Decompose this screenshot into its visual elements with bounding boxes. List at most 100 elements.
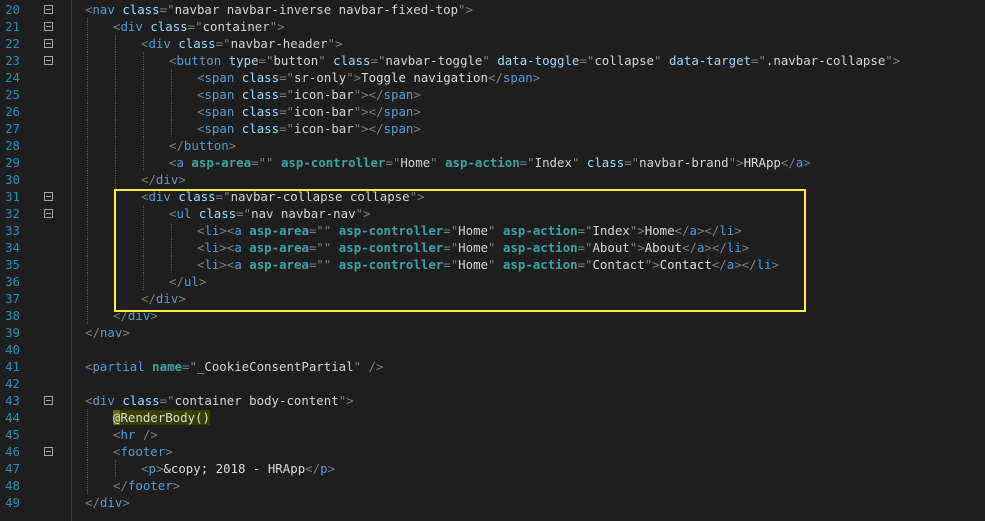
indent-guide: [143, 86, 144, 103]
code-token: =": [279, 70, 295, 85]
collapse-toggle-icon[interactable]: [44, 209, 53, 218]
code-token: >: [172, 478, 181, 493]
code-line[interactable]: 25 <span class="icon-bar"></span>: [0, 86, 985, 103]
code-token: a: [176, 155, 184, 170]
code-line[interactable]: 21 <div class="container">: [0, 18, 985, 35]
code-line[interactable]: 40: [0, 341, 985, 358]
indent-guide: [87, 103, 88, 120]
code-line[interactable]: 28 </button>: [0, 137, 985, 154]
code-text[interactable]: </footer>: [113, 477, 180, 494]
indent-guide: [143, 120, 144, 137]
code-line[interactable]: 42: [0, 375, 985, 392]
code-text[interactable]: <div class="container body-content">: [85, 392, 354, 409]
collapse-toggle-icon[interactable]: [44, 56, 53, 65]
indent-guide: [87, 171, 88, 188]
code-line[interactable]: 23 <button type="button" class="navbar-to…: [0, 52, 985, 69]
code-text[interactable]: <span class="sr-only">Toggle navigation<…: [197, 69, 540, 86]
code-text[interactable]: <partial name="_CookieConsentPartial" />: [85, 358, 383, 375]
code-token: navbar-toggle: [385, 53, 483, 68]
code-token: asp-area: [191, 155, 252, 170]
indent-guide: [115, 69, 116, 86]
indent-guide: [115, 52, 116, 69]
code-token: div: [99, 495, 123, 510]
code-text[interactable]: <div class="container">: [113, 18, 285, 35]
code-token: >: [532, 70, 541, 85]
line-number: 46: [5, 444, 20, 459]
code-token: Toggle navigation: [361, 70, 488, 85]
code-line[interactable]: 30 </div>: [0, 171, 985, 188]
code-editor[interactable]: 20 <nav class="navbar navbar-inverse navb…: [0, 0, 985, 521]
line-number: 42: [5, 376, 20, 391]
line-number: 23: [5, 53, 20, 68]
code-text[interactable]: <p>&copy; 2018 - HRApp</p>: [141, 460, 335, 477]
code-line[interactable]: 46 <footer>: [0, 443, 985, 460]
code-token: "></: [353, 87, 384, 102]
code-line[interactable]: 22 <div class="navbar-header">: [0, 35, 985, 52]
indent-guide: [87, 86, 88, 103]
code-text[interactable]: <button type="button" class="navbar-togg…: [169, 52, 900, 69]
indent-guide: [87, 443, 88, 460]
collapse-toggle-icon[interactable]: [44, 396, 53, 405]
indent-guide: [171, 103, 172, 120]
indent-guide: [87, 239, 88, 256]
collapse-toggle-icon[interactable]: [44, 447, 53, 456]
code-line[interactable]: 43 <div class="container body-content">: [0, 392, 985, 409]
code-line[interactable]: 29 <a asp-area="" asp-controller="Home" a…: [0, 154, 985, 171]
code-token: span: [204, 87, 235, 102]
code-text[interactable]: <span class="icon-bar"></span>: [197, 103, 421, 120]
code-token: p: [148, 461, 156, 476]
code-line[interactable]: 45 <hr />: [0, 426, 985, 443]
code-text[interactable]: <nav class="navbar navbar-inverse navbar…: [85, 1, 473, 18]
code-line[interactable]: 47 <p>&copy; 2018 - HRApp</p>: [0, 460, 985, 477]
code-text[interactable]: <footer>: [113, 443, 173, 460]
collapse-toggle-icon[interactable]: [44, 22, 53, 31]
code-line[interactable]: 26 <span class="icon-bar"></span>: [0, 103, 985, 120]
code-line[interactable]: 39 </nav>: [0, 324, 985, 341]
code-text[interactable]: </div>: [85, 494, 130, 511]
line-number: 31: [5, 189, 20, 204]
collapse-toggle-icon[interactable]: [44, 39, 53, 48]
code-token: >: [327, 461, 336, 476]
code-text[interactable]: <span class="icon-bar"></span>: [197, 120, 421, 137]
code-text[interactable]: </button>: [169, 137, 236, 154]
line-number: 29: [5, 155, 20, 170]
code-token: asp-controller: [280, 155, 386, 170]
code-token: div: [120, 19, 143, 34]
code-text[interactable]: @RenderBody(): [113, 409, 210, 426]
code-text[interactable]: </div>: [141, 171, 186, 188]
code-line[interactable]: 27 <span class="icon-bar"></span>: [0, 120, 985, 137]
code-line[interactable]: 44 @RenderBody(): [0, 409, 985, 426]
code-token: class: [241, 70, 280, 85]
code-token: =": [579, 53, 595, 68]
code-token: ="": [251, 155, 274, 170]
code-token: p: [320, 461, 328, 476]
code-token: navbar-brand: [639, 155, 729, 170]
code-token: div: [148, 36, 171, 51]
line-number: 37: [5, 291, 20, 306]
collapse-toggle-icon[interactable]: [44, 5, 53, 14]
code-token: span: [383, 104, 414, 119]
code-token: class: [122, 2, 160, 17]
code-text[interactable]: <div class="navbar-header">: [141, 35, 342, 52]
code-line[interactable]: 41 <partial name="_CookieConsentPartial" …: [0, 358, 985, 375]
code-text[interactable]: </nav>: [85, 324, 130, 341]
code-text[interactable]: <span class="icon-bar"></span>: [197, 86, 421, 103]
code-line[interactable]: 48 </footer>: [0, 477, 985, 494]
code-text[interactable]: <hr />: [113, 426, 158, 443]
code-token: >: [413, 104, 421, 119]
code-token: ">: [327, 36, 343, 51]
code-token: ">: [458, 2, 473, 17]
code-token: navbar-header: [230, 36, 328, 51]
code-token: >: [413, 87, 421, 102]
code-line[interactable]: 20 <nav class="navbar navbar-inverse navb…: [0, 1, 985, 18]
indent-guide: [87, 52, 88, 69]
code-token: RenderBody(): [120, 410, 210, 425]
code-line[interactable]: 49 </div>: [0, 494, 985, 511]
code-text[interactable]: <a asp-area="" asp-controller="Home" asp…: [169, 154, 811, 171]
code-line[interactable]: 24 <span class="sr-only">Toggle navigatio…: [0, 69, 985, 86]
code-token: =": [279, 87, 295, 102]
collapse-toggle-icon[interactable]: [44, 192, 53, 201]
line-number: 24: [5, 70, 20, 85]
